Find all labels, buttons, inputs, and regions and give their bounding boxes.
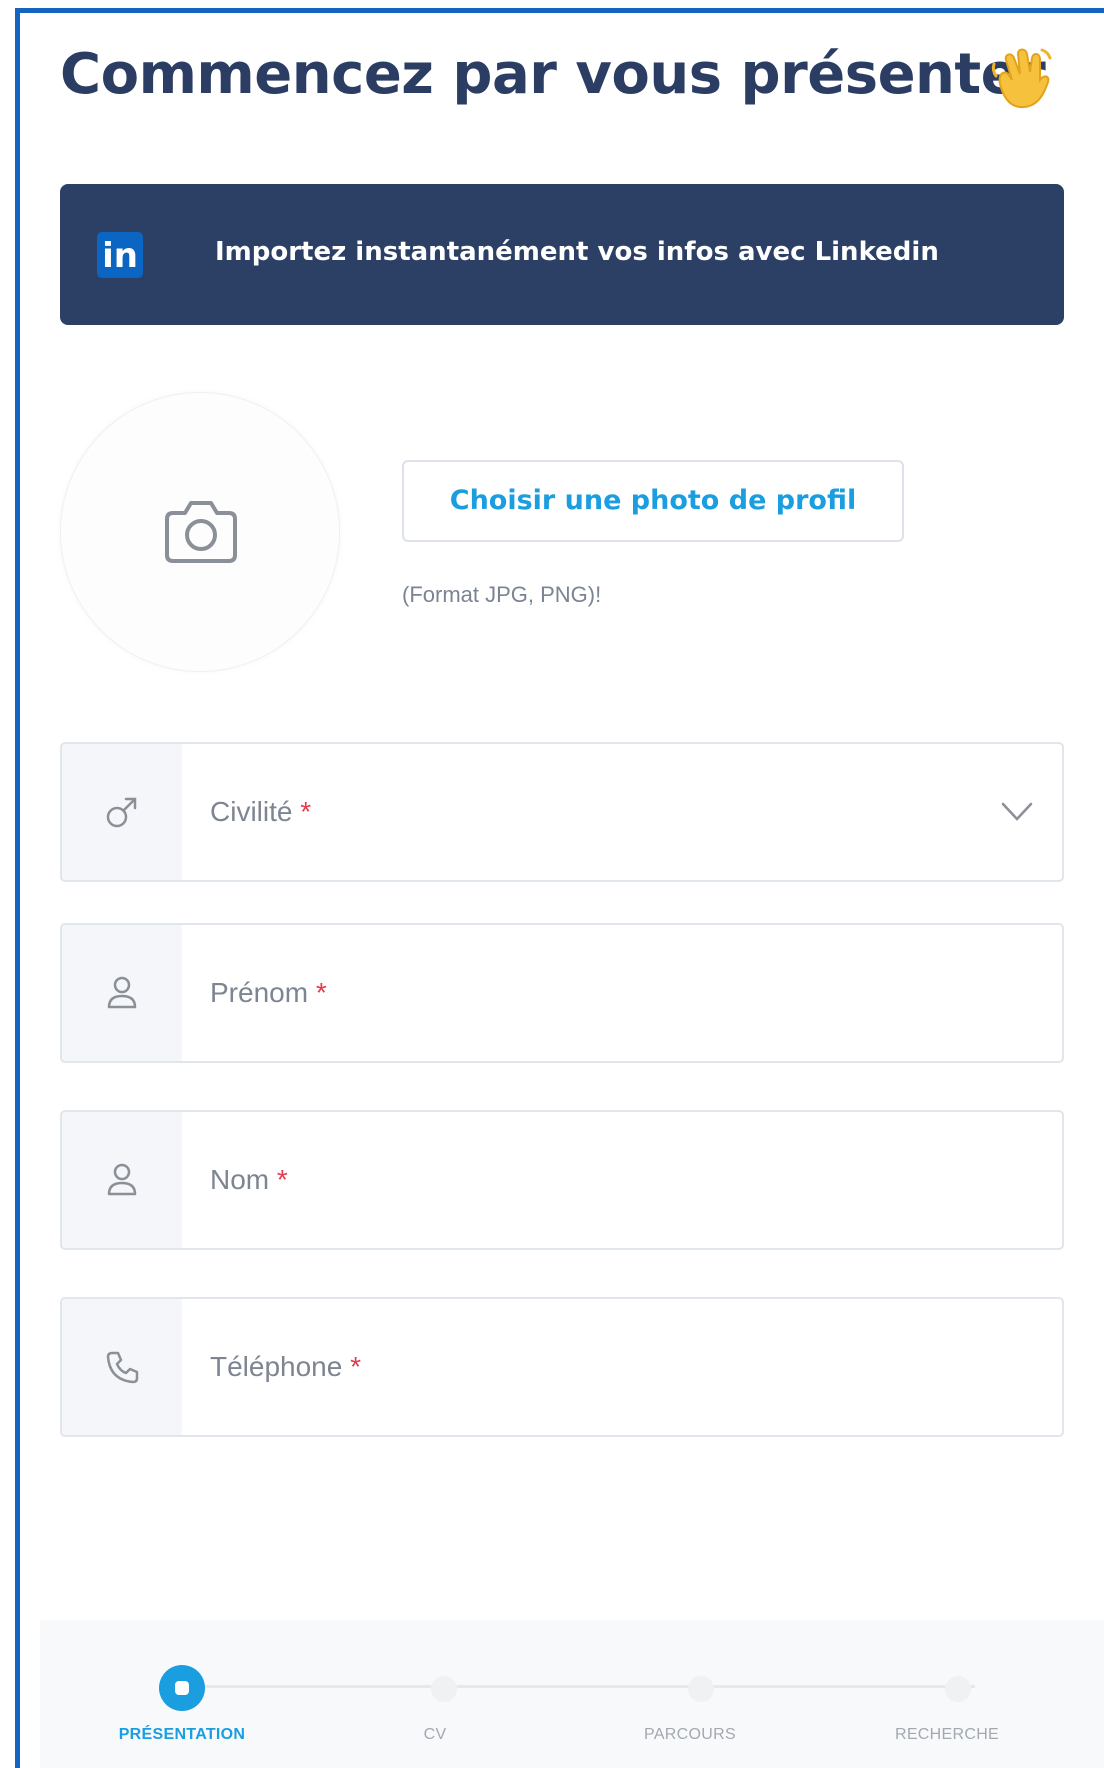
field-icon-container	[62, 1299, 182, 1435]
linkedin-icon: in	[97, 232, 143, 278]
linkedin-import-label: Importez instantanément vos infos avec L…	[215, 237, 939, 267]
civility-select[interactable]: Civilité *	[60, 742, 1064, 882]
user-icon	[107, 976, 137, 1009]
waving-hand-icon	[991, 48, 1052, 109]
field-icon-container	[62, 1112, 182, 1248]
profile-photo-placeholder[interactable]	[60, 392, 340, 672]
civility-label: Civilité *	[210, 796, 312, 827]
progress-stepper: PRÉSENTATION CV PARCOURS RECHERCHE	[40, 1620, 1104, 1768]
step-label-parcours[interactable]: PARCOURS	[644, 1726, 736, 1744]
page-title: Commencez par vous présenter	[60, 42, 1046, 107]
first-name-label: Prénom *	[210, 977, 327, 1008]
step-dot-presentation[interactable]	[159, 1665, 205, 1711]
field-icon-container	[62, 925, 182, 1061]
phone-field[interactable]: Téléphone *	[60, 1297, 1064, 1437]
last-name-label: Nom *	[210, 1164, 288, 1195]
photo-format-note: (Format JPG, PNG)!	[402, 582, 602, 607]
linkedin-import-button[interactable]: in Importez instantanément vos infos ave…	[60, 184, 1064, 325]
step-label-cv[interactable]: CV	[424, 1726, 447, 1744]
choose-profile-photo-button[interactable]: Choisir une photo de profil	[402, 460, 904, 542]
phone-icon	[106, 1351, 139, 1384]
phone-label: Téléphone *	[210, 1351, 362, 1382]
male-icon	[106, 797, 137, 828]
step-dot-recherche[interactable]	[945, 1676, 971, 1702]
step-dot-cv[interactable]	[431, 1676, 457, 1702]
first-name-field[interactable]: Prénom *	[60, 923, 1064, 1063]
user-icon	[107, 1163, 137, 1196]
step-dot-parcours[interactable]	[688, 1676, 714, 1702]
step-label-presentation[interactable]: PRÉSENTATION	[119, 1726, 246, 1744]
step-label-recherche[interactable]: RECHERCHE	[895, 1726, 999, 1744]
stepper-track	[185, 1685, 975, 1688]
field-icon-container	[62, 744, 182, 880]
chevron-down-icon[interactable]	[1000, 800, 1034, 824]
camera-icon	[165, 501, 237, 563]
last-name-field[interactable]: Nom *	[60, 1110, 1064, 1250]
